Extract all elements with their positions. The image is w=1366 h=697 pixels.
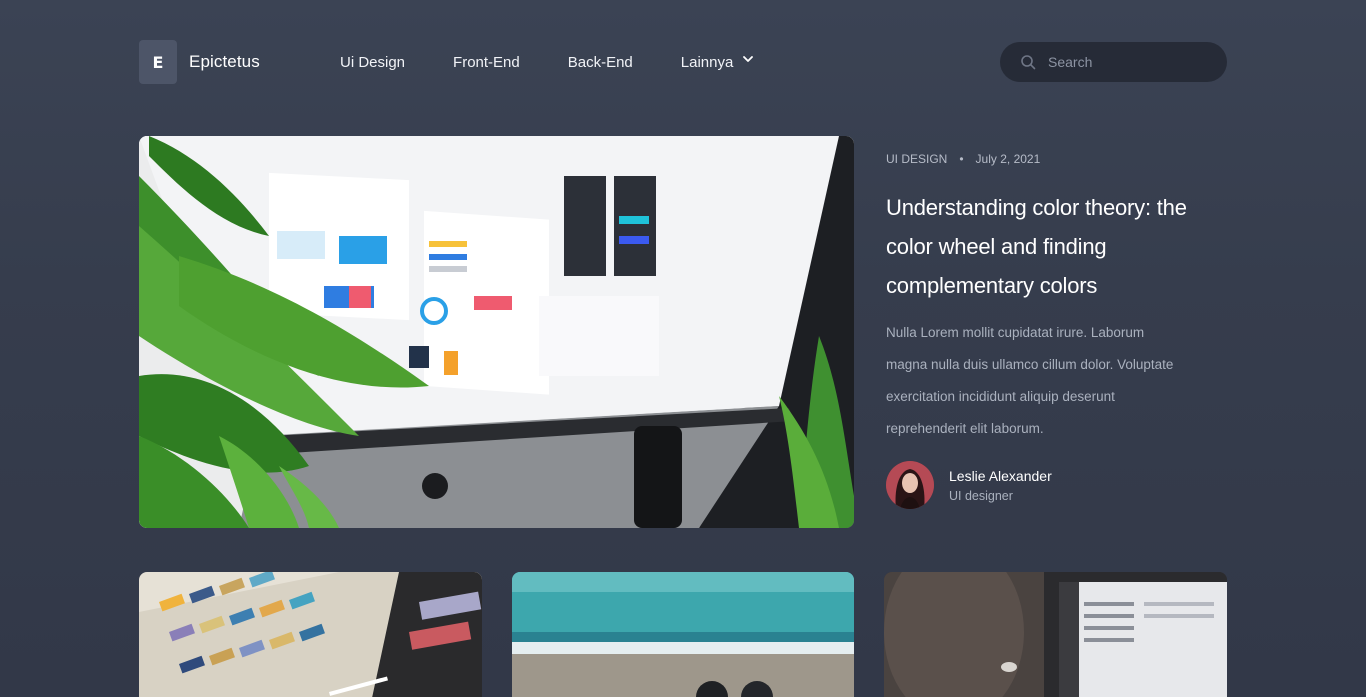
post-card-image-beach[interactable] xyxy=(512,572,854,697)
featured-post-content: UI DESIGN • July 2, 2021 Understanding c… xyxy=(886,152,1226,509)
featured-image-illustration xyxy=(139,136,854,528)
avatar xyxy=(886,461,934,509)
search-icon xyxy=(1020,54,1036,70)
meta-separator: • xyxy=(959,152,964,166)
page: E Epictetus Ui Design Front-End Back-End… xyxy=(0,0,1366,697)
brand-logo[interactable]: E Epictetus xyxy=(139,40,260,84)
menu-item-ui-design[interactable]: Ui Design xyxy=(340,54,405,71)
menu-item-lainnya-dropdown[interactable]: Lainnya xyxy=(680,53,754,71)
chevron-down-icon xyxy=(743,55,754,65)
post-date: July 2, 2021 xyxy=(975,152,1041,166)
author-name: Leslie Alexander xyxy=(949,467,1052,484)
brand-name: Epictetus xyxy=(189,52,260,71)
post-title[interactable]: Understanding color theory: the color wh… xyxy=(886,188,1226,305)
menu-item-front-end[interactable]: Front-End xyxy=(453,54,520,71)
post-excerpt: Nulla Lorem mollit cupidatat irure. Labo… xyxy=(886,325,1174,436)
brand-mark: E xyxy=(139,40,177,84)
post-category[interactable]: UI DESIGN xyxy=(886,152,947,166)
main-menu: Ui Design Front-End Back-End Lainnya xyxy=(340,40,754,84)
search-input[interactable] xyxy=(1048,54,1198,70)
menu-item-back-end[interactable]: Back-End xyxy=(568,54,633,71)
post-card-image-swatches[interactable] xyxy=(139,572,482,697)
menu-item-lainnya-label: Lainnya xyxy=(680,53,734,71)
author-role: UI designer xyxy=(949,488,1013,503)
post-meta: UI DESIGN • July 2, 2021 xyxy=(886,152,1226,166)
post-author[interactable]: Leslie Alexander UI designer xyxy=(886,461,1052,509)
top-navigation: E Epictetus Ui Design Front-End Back-End… xyxy=(139,40,1227,84)
featured-post-image[interactable] xyxy=(139,136,854,528)
author-info: Leslie Alexander UI designer xyxy=(949,468,1052,503)
search-box[interactable] xyxy=(1000,42,1227,82)
post-card-image-laptop[interactable] xyxy=(884,572,1227,697)
